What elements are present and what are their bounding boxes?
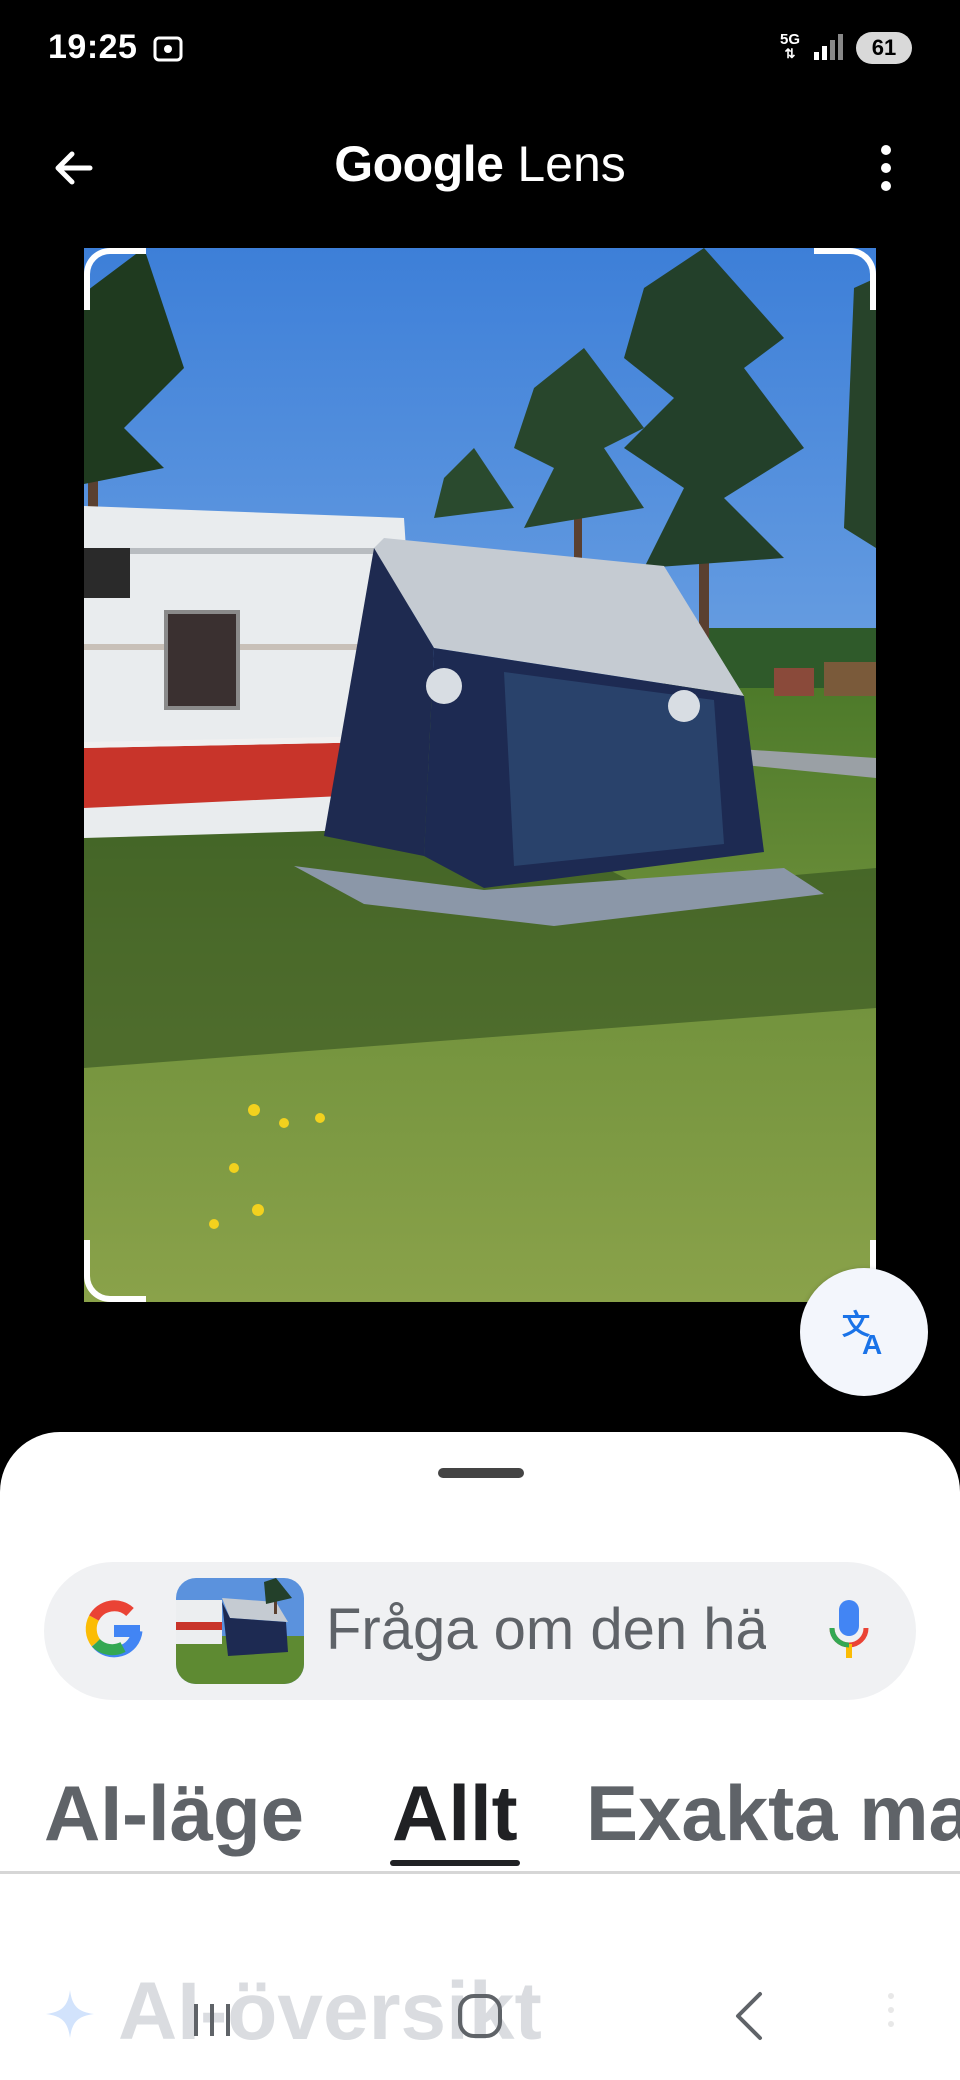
svg-text:A: A: [862, 1329, 882, 1360]
translate-icon: 文 A: [842, 1308, 882, 1360]
tab-ai-mode[interactable]: AI-läge: [44, 1768, 304, 1858]
crop-handle-bottom-left[interactable]: [84, 1240, 146, 1302]
microphone-icon[interactable]: [826, 1596, 872, 1666]
back-icon[interactable]: [730, 1990, 766, 2042]
tab-all[interactable]: Allt: [392, 1768, 518, 1858]
tab-exact-matches[interactable]: Exakta ma: [586, 1768, 960, 1858]
search-input[interactable]: Fråga om den hä: [326, 1598, 766, 1662]
sheet-drag-handle[interactable]: [438, 1468, 524, 1478]
more-options-button[interactable]: [866, 138, 906, 198]
battery-level: 61: [871, 35, 897, 60]
tab-selected-indicator: [390, 1860, 520, 1866]
crop-handle-top-right[interactable]: [814, 248, 876, 310]
selected-photo[interactable]: [84, 248, 876, 1302]
screenshot-icon: [152, 33, 184, 70]
crop-handle-top-left[interactable]: [84, 248, 146, 310]
search-bar[interactable]: Fråga om den hä: [44, 1562, 916, 1700]
google-g-icon: [85, 1600, 143, 1658]
system-nav-bar: [0, 1960, 960, 2080]
app-title-brand: Google: [334, 136, 504, 192]
more-vert-icon: [881, 145, 891, 191]
app-title-product: Lens: [517, 136, 626, 192]
signal-icon: [812, 32, 846, 67]
status-bar: 19:25 5G ⇅ 61: [0, 0, 960, 100]
battery-icon: 61: [856, 32, 912, 64]
home-icon[interactable]: [456, 1992, 504, 2040]
app-title: Google Lens: [0, 135, 960, 193]
status-time: 19:25: [48, 28, 138, 66]
recent-apps-icon[interactable]: [190, 2000, 234, 2040]
network-label: 5G: [780, 31, 801, 48]
thumbnail-image[interactable]: [176, 1578, 304, 1684]
network-5g-icon: 5G ⇅: [780, 31, 801, 61]
translate-button[interactable]: 文 A: [800, 1268, 928, 1396]
result-tabs: AI-läge Allt Exakta ma: [0, 1752, 960, 1874]
